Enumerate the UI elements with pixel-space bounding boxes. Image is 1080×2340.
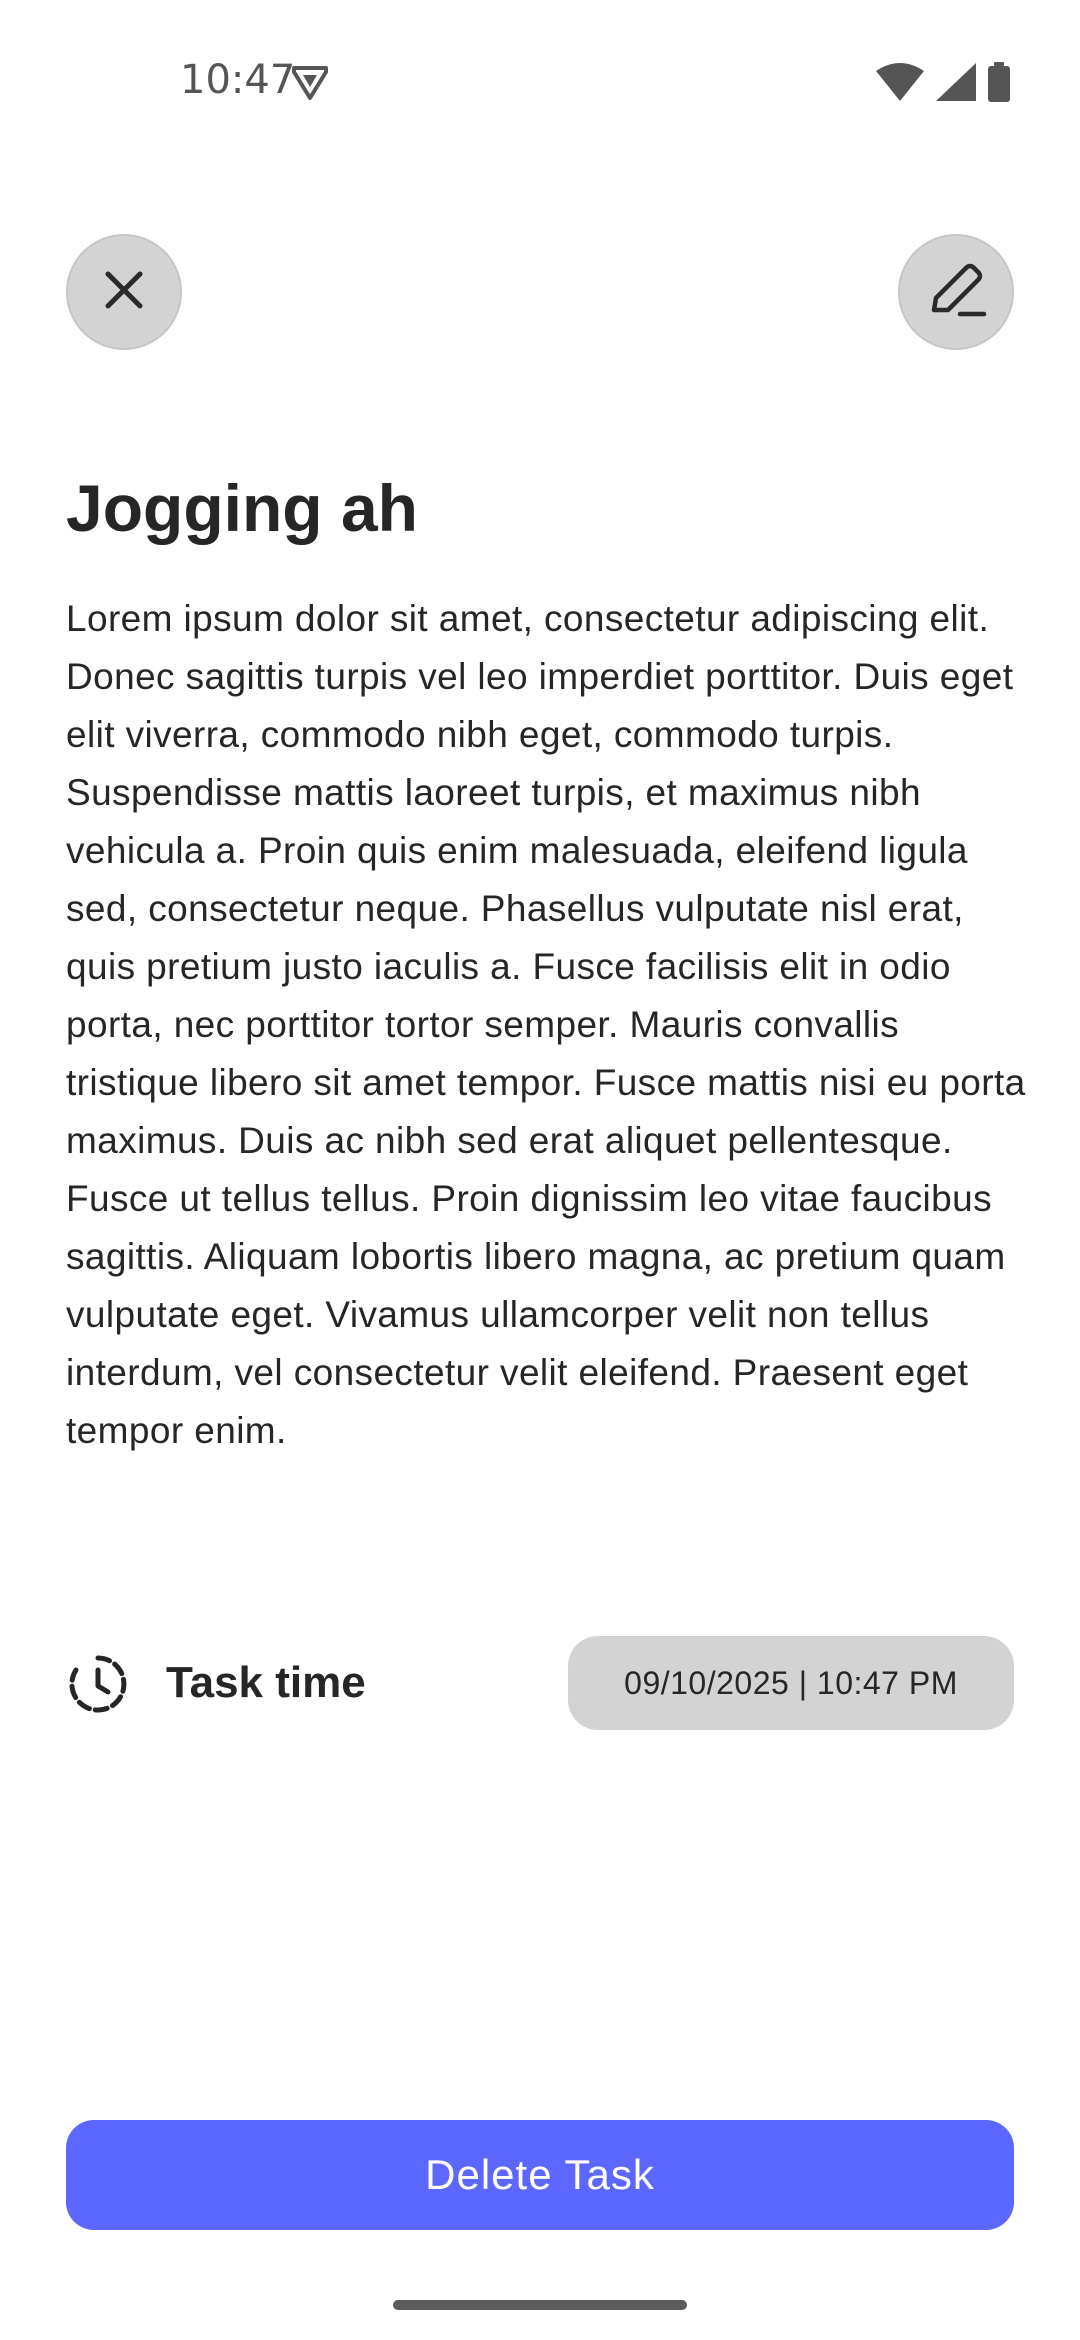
status-icons xyxy=(876,62,1010,107)
task-title: Jogging ah xyxy=(66,471,418,545)
battery-icon xyxy=(988,62,1010,107)
edit-button[interactable] xyxy=(898,234,1014,350)
task-time-label: Task time xyxy=(166,1658,366,1707)
home-indicator[interactable] xyxy=(393,2300,687,2310)
close-icon xyxy=(102,268,146,317)
pencil-icon xyxy=(924,258,988,327)
delete-task-button[interactable]: Delete Task xyxy=(66,2120,1014,2230)
wifi-icon xyxy=(876,63,924,106)
task-time-row: Task time 09/10/2025 | 10:47 PM xyxy=(66,1636,1014,1730)
status-bar: 10:47 xyxy=(0,0,1080,160)
task-time-chip[interactable]: 09/10/2025 | 10:47 PM xyxy=(568,1636,1014,1730)
shield-icon xyxy=(290,62,330,102)
task-description: Lorem ipsum dolor sit amet, consectetur … xyxy=(66,598,1026,1451)
status-time: 10:47 xyxy=(180,57,296,103)
signal-icon xyxy=(936,63,976,106)
close-button[interactable] xyxy=(66,234,182,350)
clock-icon xyxy=(66,1652,130,1716)
